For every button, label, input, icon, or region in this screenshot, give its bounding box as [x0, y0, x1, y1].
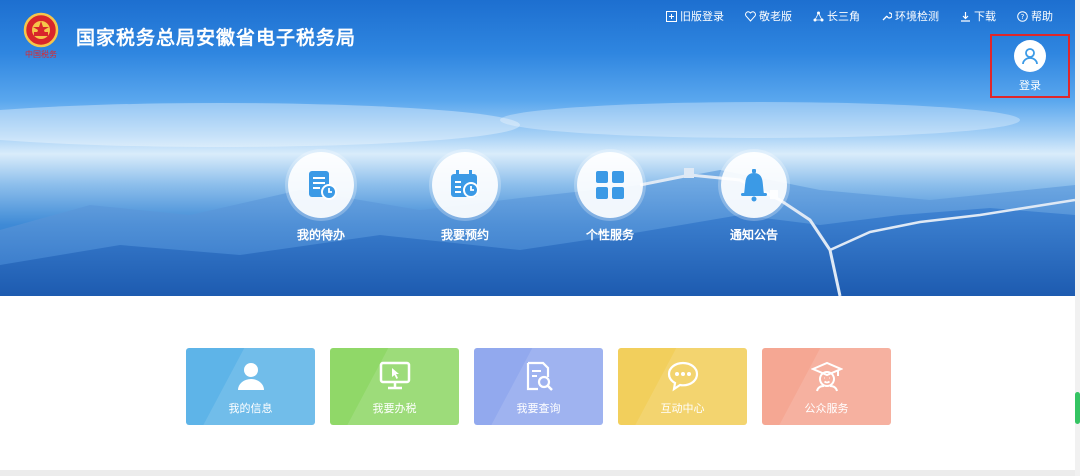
calendar-icon [432, 152, 498, 218]
site-title: 国家税务总局安徽省电子税务局 [76, 27, 357, 49]
hero-banner: 中国税务 国家税务总局安徽省电子税务局 旧版登录 敬老版 长三角 环境检测 下载… [0, 0, 1075, 296]
nav-environment-check[interactable]: 环境检测 [880, 8, 939, 24]
quick-label: 我的待办 [296, 228, 345, 242]
user-icon [1014, 39, 1046, 72]
tile-my-info[interactable]: 我的信息 [186, 348, 315, 425]
quick-notices[interactable]: 通知公告 [720, 152, 788, 243]
login-label: 登录 [1019, 78, 1041, 92]
wrench-icon [880, 10, 892, 22]
nav-elderly-version[interactable]: 敬老版 [744, 8, 792, 24]
elderly-icon [744, 10, 756, 22]
tile-query[interactable]: 我要查询 [474, 348, 603, 425]
national-emblem-icon: 中国税务 [18, 10, 64, 62]
quick-label: 个性服务 [585, 228, 634, 242]
top-navigation: 旧版登录 敬老版 长三角 环境检测 下载 ? 帮助 [665, 8, 1053, 24]
tile-interaction-center[interactable]: 互动中心 [618, 348, 747, 425]
nav-label: 长三角 [827, 10, 860, 23]
nav-label: 敬老版 [759, 10, 792, 23]
vertical-scrollbar-thumb[interactable] [1075, 392, 1080, 424]
download-icon [959, 10, 971, 22]
tile-label: 我要办税 [372, 402, 417, 415]
quick-my-todo[interactable]: 我的待办 [287, 152, 355, 243]
chat-icon [667, 360, 699, 392]
graduate-icon [809, 360, 844, 392]
tile-public-services[interactable]: 公众服务 [762, 348, 891, 425]
site-brand[interactable]: 中国税务 国家税务总局安徽省电子税务局 [18, 10, 356, 62]
nav-old-version-login[interactable]: 旧版登录 [665, 8, 724, 24]
tile-handle-tax[interactable]: 我要办税 [330, 348, 459, 425]
quick-label: 我要预约 [440, 228, 489, 242]
tile-label: 我要查询 [516, 402, 561, 415]
nav-yangtze-delta[interactable]: 长三角 [812, 8, 860, 24]
service-tiles: 我的信息 我要办税 我要查询 互动中心 公众服务 [186, 348, 891, 425]
user-icon [235, 360, 267, 392]
tile-label: 我的信息 [228, 402, 273, 415]
nav-help[interactable]: ? 帮助 [1016, 8, 1053, 24]
search-doc-icon [523, 360, 555, 392]
nav-label: 旧版登录 [680, 10, 724, 23]
svg-text:?: ? [1020, 13, 1024, 21]
help-icon: ? [1016, 10, 1028, 22]
grid-icon [577, 152, 643, 218]
tile-label: 互动中心 [660, 402, 705, 415]
quick-appointment[interactable]: 我要预约 [431, 152, 499, 243]
nav-label: 环境检测 [895, 10, 939, 23]
nav-label: 帮助 [1031, 10, 1053, 23]
monitor-icon [379, 360, 411, 392]
todo-icon [288, 152, 354, 218]
page: 中国税务 国家税务总局安徽省电子税务局 旧版登录 敬老版 长三角 环境检测 下载… [0, 0, 1080, 476]
nav-label: 下载 [974, 10, 996, 23]
quick-personal-services[interactable]: 个性服务 [576, 152, 644, 243]
footer-divider [0, 470, 1075, 476]
login-button[interactable]: 登录 [990, 34, 1070, 98]
tile-label: 公众服务 [804, 402, 849, 415]
nav-download[interactable]: 下载 [959, 8, 996, 24]
bell-icon [721, 152, 787, 218]
triangle-icon [812, 10, 824, 22]
quick-label: 通知公告 [729, 228, 778, 242]
old-version-icon [665, 10, 677, 22]
emblem-caption: 中国税务 [25, 49, 57, 59]
